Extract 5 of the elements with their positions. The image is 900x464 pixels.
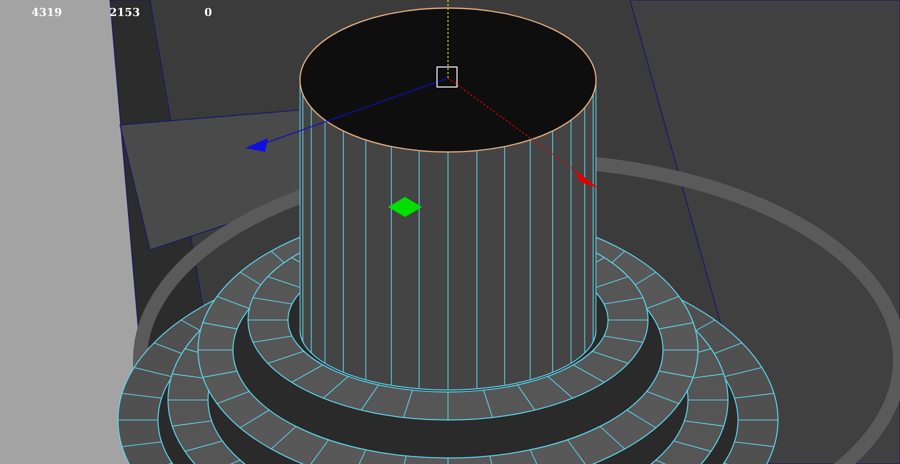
poly-count-text: 2153 bbox=[108, 6, 140, 19]
move-manipulator-icon[interactable] bbox=[245, 0, 598, 217]
poly-count-text: 4319 bbox=[30, 6, 62, 19]
poly-count-text: 0 bbox=[203, 6, 212, 19]
3d-viewport[interactable]: 4319 2153 0 bbox=[0, 0, 900, 464]
